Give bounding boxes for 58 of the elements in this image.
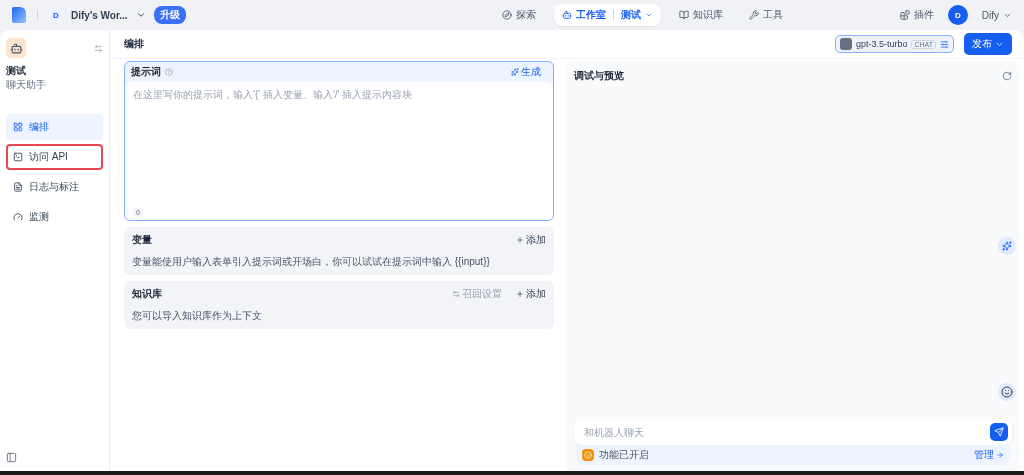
document-icon bbox=[13, 182, 23, 192]
app-logo[interactable] bbox=[12, 7, 26, 23]
compass-icon bbox=[502, 10, 513, 20]
avatar-icon[interactable] bbox=[998, 383, 1016, 401]
robot-icon bbox=[562, 10, 573, 20]
settings-icon bbox=[452, 290, 460, 298]
refresh-icon[interactable] bbox=[1002, 71, 1012, 81]
chevron-icon[interactable] bbox=[135, 10, 146, 20]
manage-link[interactable]: 管理 bbox=[974, 448, 1004, 462]
help-icon bbox=[165, 68, 173, 76]
workspace-avatar: D bbox=[49, 8, 63, 22]
sidebar-item[interactable]: 编排 bbox=[6, 114, 103, 140]
app-icon bbox=[6, 38, 26, 58]
terminal-icon bbox=[13, 152, 23, 162]
switch-icon[interactable] bbox=[94, 43, 103, 53]
chat-input-field[interactable]: 和机器人聊天 bbox=[574, 419, 1012, 445]
sidebar-toggle-icon[interactable] bbox=[6, 452, 17, 463]
send-button[interactable] bbox=[990, 423, 1008, 441]
sliders-icon bbox=[940, 39, 949, 49]
sidebar-item[interactable]: 监测 bbox=[6, 204, 103, 230]
wrench-icon bbox=[749, 10, 760, 20]
app-name: 测试 bbox=[6, 64, 27, 78]
app-type: 聊天助手 bbox=[6, 78, 47, 92]
gauge-icon bbox=[13, 212, 23, 222]
nav-tab[interactable]: 知识库 bbox=[671, 4, 732, 26]
upgrade-button[interactable]: 升级 bbox=[153, 6, 186, 24]
nav-tab[interactable]: 工具 bbox=[741, 4, 792, 26]
grid-icon bbox=[13, 122, 23, 132]
book-icon bbox=[679, 10, 690, 20]
variables-description: 变量能使用户输入表单引入提示词或开场白，你可以试试在提示词中输入 {{input}} bbox=[132, 255, 491, 269]
add-button[interactable]: 添加 bbox=[516, 287, 546, 301]
sparkle-icon bbox=[511, 68, 519, 76]
generate-button[interactable]: 生成 bbox=[505, 64, 547, 80]
send-icon bbox=[994, 427, 1004, 437]
preview-title: 调试与预览 bbox=[574, 69, 624, 83]
feature-status: 功能已开启 bbox=[599, 448, 649, 462]
user-menu[interactable]: Dify bbox=[981, 9, 1012, 21]
sidebar-item[interactable]: 日志与标注 bbox=[6, 174, 103, 200]
ai-assistant-icon[interactable] bbox=[998, 237, 1016, 255]
knowledge-description: 您可以导入知识库作为上下文 bbox=[132, 309, 263, 323]
plus-icon bbox=[516, 236, 524, 244]
nav-tab[interactable]: 探索 bbox=[494, 4, 545, 26]
nav-tab[interactable]: 工作室 测试 bbox=[554, 4, 662, 26]
arrow-right-icon bbox=[996, 451, 1004, 459]
feature-icon bbox=[582, 449, 594, 461]
workspace-name[interactable]: Dify's Wor... bbox=[71, 9, 128, 21]
prompt-title: 提示词 bbox=[131, 65, 161, 79]
sidebar-item[interactable]: 访问 API bbox=[6, 144, 103, 170]
blocks-icon bbox=[899, 10, 910, 20]
plugins-button[interactable]: 插件 bbox=[899, 8, 934, 22]
add-button[interactable]: 添加 bbox=[516, 233, 546, 247]
publish-button[interactable]: 发布 bbox=[964, 33, 1012, 55]
knowledge-title: 知识库 bbox=[132, 287, 162, 301]
user-avatar[interactable]: D bbox=[947, 5, 968, 25]
chevron-icon bbox=[645, 11, 654, 19]
variables-title: 变量 bbox=[132, 233, 152, 247]
page-title: 编排 bbox=[124, 37, 145, 51]
plus-icon bbox=[516, 290, 524, 298]
